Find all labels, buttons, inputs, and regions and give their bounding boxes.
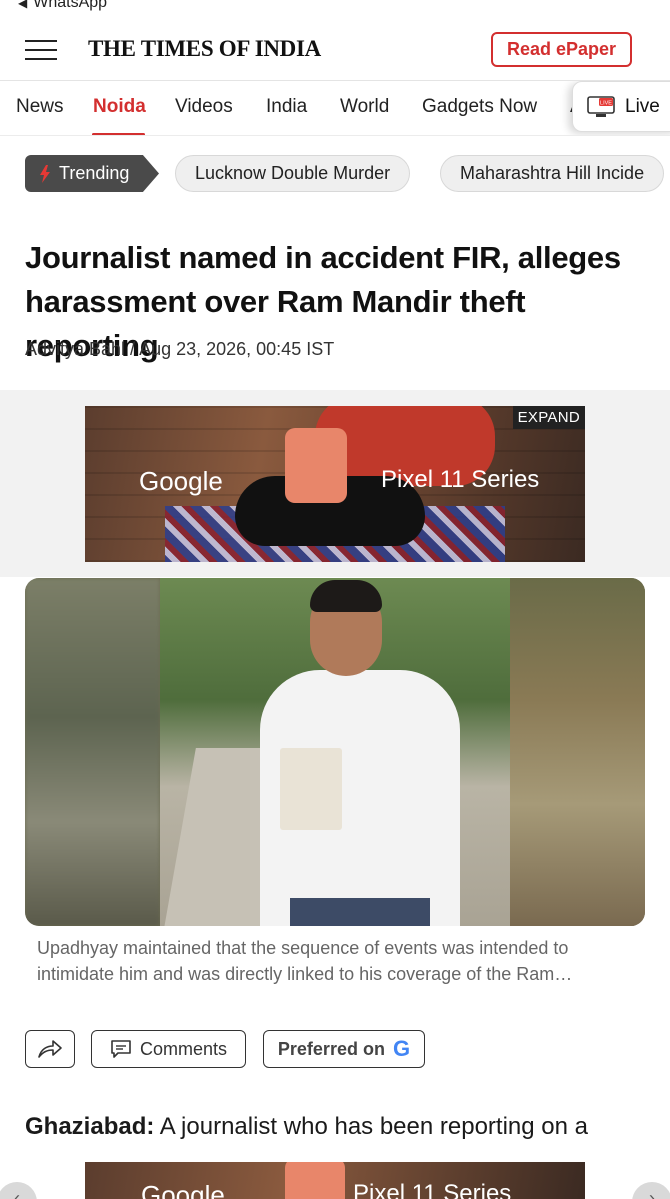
sticky-ad-brand: Google xyxy=(141,1180,225,1199)
trending-row: Trending Lucknow Double Murder Maharasht… xyxy=(0,154,670,194)
hamburger-menu-icon[interactable] xyxy=(25,40,57,62)
share-button[interactable] xyxy=(25,1030,75,1068)
section-nav: News Noida Videos India World Gadgets No… xyxy=(0,80,670,136)
sticky-ad-banner[interactable]: Google Pixel 11 Series xyxy=(85,1162,585,1199)
google-logo-icon: G xyxy=(392,1036,411,1061)
ad-banner[interactable]: Google Pixel 11 Series EXPAND xyxy=(85,406,585,562)
chevron-left-icon[interactable]: ‹ xyxy=(0,1182,37,1199)
preferred-label: Preferred on xyxy=(277,1038,385,1059)
active-tab-indicator xyxy=(92,133,145,135)
comments-button[interactable]: Comments xyxy=(91,1030,246,1068)
lead-text: A journalist who has been reporting on a xyxy=(159,1113,588,1140)
article-lead: Ghaziabad: A journalist who has been rep… xyxy=(25,1108,645,1146)
trending-label: Trending xyxy=(59,163,130,183)
nav-item-news[interactable]: News xyxy=(16,96,64,118)
status-bar[interactable]: ◀ WhatsApp xyxy=(18,0,107,14)
article-hero-image[interactable] xyxy=(25,578,645,926)
trending-pill[interactable]: Lucknow Double Murder xyxy=(175,155,411,192)
ad-brand: Google xyxy=(139,466,223,496)
back-app-label[interactable]: WhatsApp xyxy=(33,0,107,12)
ad-product: Pixel 11 Series xyxy=(381,466,540,493)
live-label: Live xyxy=(625,95,660,117)
ad-banner-area: Google Pixel 11 Series EXPAND xyxy=(0,390,670,577)
trending-tag[interactable]: Trending xyxy=(25,155,159,192)
ad-expand-button[interactable]: EXPAND xyxy=(512,406,585,429)
article-byline[interactable]: Advitya Bahl / Aug 23, 2026, 00:45 IST xyxy=(25,339,334,360)
preferred-on-google-button[interactable]: Preferred on G xyxy=(263,1030,425,1068)
share-icon xyxy=(38,1040,62,1058)
nav-item-india[interactable]: India xyxy=(266,96,307,118)
image-caption: Upadhyay maintained that the sequence of… xyxy=(37,938,573,984)
nav-item-world[interactable]: World xyxy=(340,96,389,118)
live-badge: LIVE xyxy=(600,100,612,106)
live-tv-button[interactable]: LIVE Live xyxy=(572,81,670,132)
sticky-ad-product: Pixel 11 Series xyxy=(353,1180,512,1199)
nav-item-noida[interactable]: Noida xyxy=(93,96,146,118)
trending-pill[interactable]: Maharashtra Hill Incide xyxy=(440,155,665,192)
dateline: Ghaziabad: xyxy=(25,1113,155,1140)
comment-icon xyxy=(111,1040,131,1058)
nav-item-gadgets-now[interactable]: Gadgets Now xyxy=(422,96,537,118)
read-epaper-button[interactable]: Read ePaper xyxy=(491,32,632,67)
article-actions: Comments Preferred on G xyxy=(25,1030,665,1068)
nav-item-videos[interactable]: Videos xyxy=(175,96,233,118)
comments-label: Comments xyxy=(139,1038,228,1059)
chevron-right-icon[interactable]: › xyxy=(632,1182,670,1199)
site-header: THE TIMES OF INDIA Read ePaper xyxy=(0,22,670,78)
lightning-icon xyxy=(40,164,50,183)
live-tv-icon: LIVE xyxy=(587,95,615,117)
site-logo[interactable]: THE TIMES OF INDIA xyxy=(88,36,321,62)
back-arrow-icon[interactable]: ◀ xyxy=(18,0,27,10)
